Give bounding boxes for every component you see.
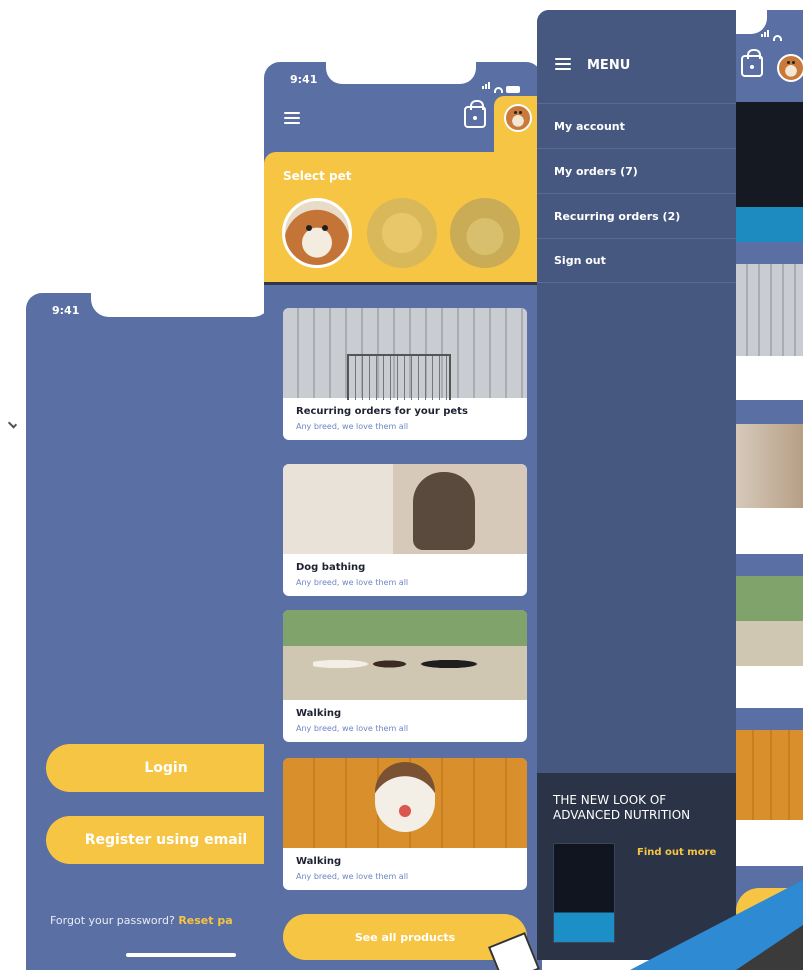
signal-icon	[761, 22, 770, 41]
battery-icon	[506, 86, 520, 93]
avatar	[504, 104, 532, 132]
phone-notch	[91, 293, 271, 317]
card-title: Recurring orders for your pets	[296, 406, 468, 417]
card-title: Dog bathing	[296, 562, 366, 573]
shopping-bag-icon[interactable]	[464, 100, 486, 128]
product-pack-image	[553, 843, 615, 943]
pet-avatar-hamster[interactable]	[450, 198, 520, 268]
status-time: 9:41	[52, 304, 80, 317]
side-menu-drawer: MENU My account My orders (7) Recurring …	[537, 10, 736, 960]
wifi-icon	[773, 35, 782, 41]
hamburger-icon[interactable]	[555, 58, 571, 73]
service-card[interactable]: Recurring orders for your pets Any breed…	[283, 308, 527, 440]
card-image-dog-bath	[283, 464, 527, 554]
status-icons	[761, 22, 782, 41]
wifi-icon	[494, 87, 503, 93]
reset-password-link[interactable]: Reset pa	[178, 914, 232, 927]
pet-avatar-cat[interactable]	[367, 198, 437, 268]
home-screen: 9:41 Select pet Recurring orders for you…	[264, 62, 542, 970]
service-card	[736, 730, 803, 866]
service-card[interactable]: Walking Any breed, we love them all	[283, 610, 527, 742]
service-card	[736, 264, 803, 400]
chevron-left-icon	[7, 419, 18, 429]
home-indicator	[126, 953, 236, 957]
forgot-password-text: Forgot your password?	[50, 914, 175, 927]
pet-avatar-dog[interactable]	[282, 198, 352, 268]
card-image-store-aisle	[283, 308, 527, 400]
hamburger-icon[interactable]	[284, 112, 300, 127]
status-icons	[482, 74, 520, 93]
card-subtitle: Any breed, we love them all	[296, 724, 409, 733]
promo-headline: THE NEW LOOK OF ADVANCED NUTRITION	[553, 793, 691, 822]
card-title: Walking	[296, 856, 342, 867]
status-time: 9:41	[290, 73, 318, 86]
phone-notch	[326, 62, 476, 84]
card-image-dog-bowls	[283, 758, 527, 848]
login-button[interactable]: Login	[46, 744, 276, 792]
select-pet-label: Select pet	[283, 169, 352, 183]
signal-icon	[482, 74, 491, 93]
menu-title: MENU	[587, 58, 631, 73]
shopping-bag-icon[interactable]	[741, 49, 763, 77]
service-card	[736, 424, 803, 554]
menu-item-my-orders[interactable]: My orders (7)	[537, 148, 736, 193]
card-image-dog-walking	[283, 610, 527, 700]
card-subtitle: Any breed, we love them all	[296, 422, 409, 431]
card-subtitle: Any breed, we love them all	[296, 872, 409, 881]
menu-item-recurring-orders[interactable]: Recurring orders (2)	[537, 193, 736, 238]
decorative-shape	[736, 925, 803, 970]
avatar[interactable]	[777, 54, 803, 82]
menu-item-sign-out[interactable]: Sign out	[537, 238, 736, 283]
login-screen: 9:41 Login Register using email Forgot y…	[26, 293, 276, 970]
divider	[264, 282, 542, 285]
menu-item-my-account[interactable]: My account	[537, 103, 736, 148]
find-out-more-link[interactable]: Find out more	[637, 847, 716, 858]
service-card	[736, 576, 803, 708]
card-subtitle: Any breed, we love them all	[296, 578, 409, 587]
service-card[interactable]: Walking Any breed, we love them all	[283, 758, 527, 890]
service-card[interactable]: Dog bathing Any breed, we love them all	[283, 464, 527, 596]
forgot-password-row: Forgot your password? Reset pa	[50, 914, 233, 927]
card-title: Walking	[296, 708, 342, 719]
profile-tab[interactable]	[494, 96, 542, 156]
menu-screen: MENU My account My orders (7) Recurring …	[537, 10, 803, 960]
product-image	[736, 102, 803, 242]
pet-selector: Select pet	[264, 152, 542, 284]
register-email-button[interactable]: Register using email	[46, 816, 276, 864]
